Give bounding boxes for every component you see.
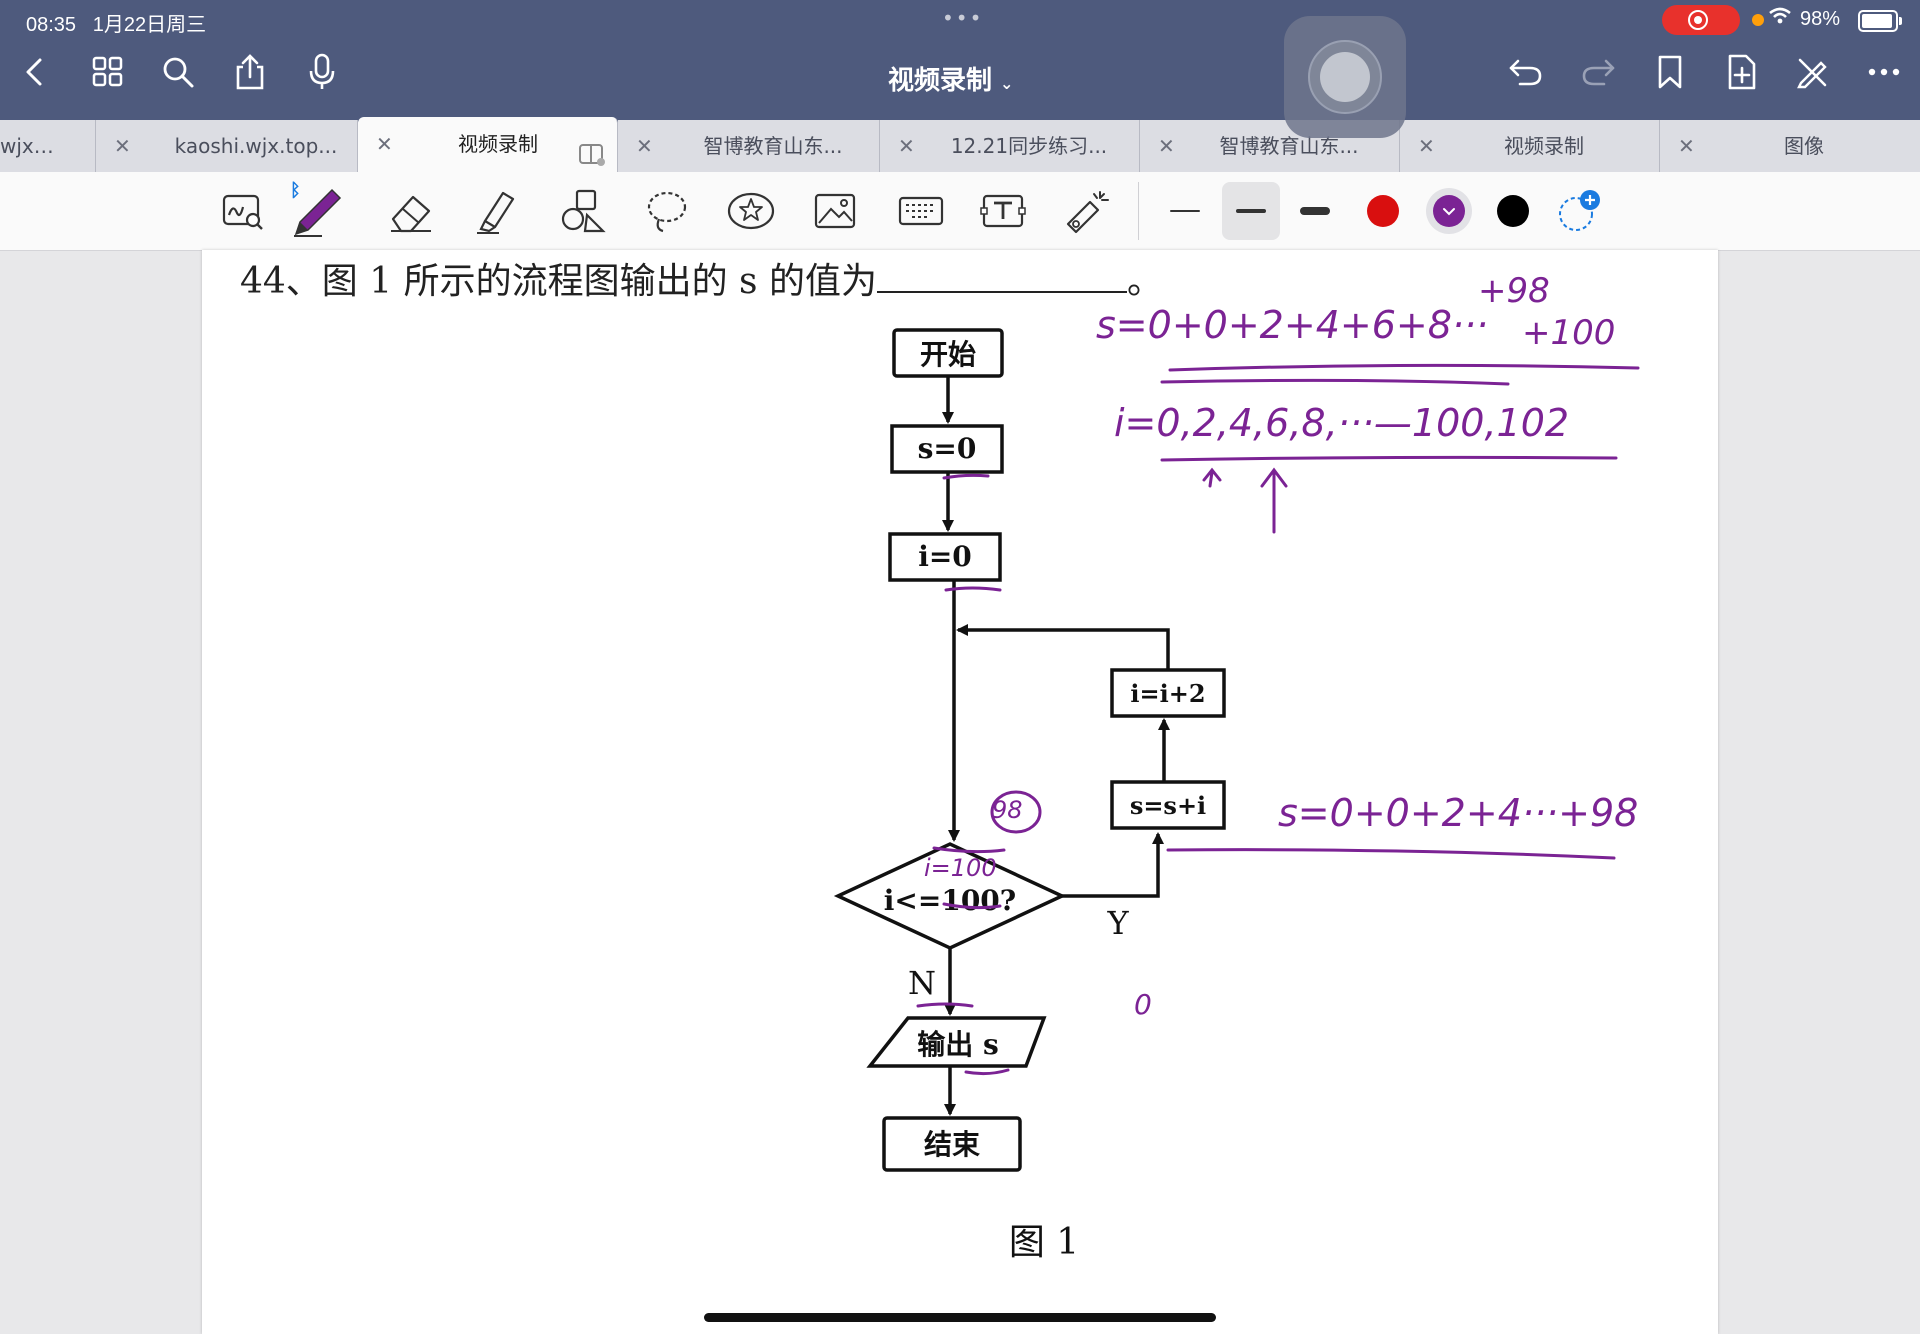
document-title-menu[interactable]: 视频录制 ⌄ [888, 60, 1013, 97]
tab-sync-practice[interactable]: ✕ 12.21同步练习... [880, 120, 1140, 172]
sticker-icon[interactable] [724, 184, 778, 238]
grid-view-icon[interactable] [88, 52, 128, 92]
more-icon[interactable] [1864, 52, 1904, 92]
tab-kaoshi[interactable]: ✕ kaoshi.wjx.top... [96, 120, 358, 172]
handwriting-plus-98: +98 [1478, 271, 1550, 311]
tab-wjx[interactable]: wjx.top [0, 120, 96, 172]
screen-recording-indicator[interactable] [1662, 5, 1740, 35]
init-i-label: i=0 [918, 540, 972, 573]
bookmark-icon[interactable] [1650, 52, 1690, 92]
search-icon[interactable] [158, 52, 198, 92]
multitask-dots[interactable]: ••• [942, 6, 983, 30]
close-icon[interactable]: ✕ [1158, 120, 1175, 172]
battery-percent: 98% [1800, 8, 1841, 30]
close-icon[interactable]: ✕ [1678, 120, 1695, 172]
keyboard-icon[interactable] [894, 184, 948, 238]
no-label: N [908, 964, 936, 1002]
handwriting-plus-100: +100 [1522, 313, 1615, 353]
text-box-icon[interactable] [976, 184, 1030, 238]
close-icon[interactable]: ✕ [114, 120, 131, 172]
step-s-label: s=s+i [1130, 791, 1206, 820]
document-page[interactable]: 44、图 1 所示的流程图输出的 s 的值为。 开始 s=0 i=0 i=i+2… [202, 250, 1718, 1334]
step-i-label: i=i+2 [1130, 679, 1205, 708]
tab-video-recording-active[interactable]: ✕ 视频录制 [358, 117, 618, 172]
handwriting-i-100: i=100 [924, 854, 997, 882]
home-indicator[interactable] [704, 1313, 1216, 1322]
color-black[interactable] [1486, 184, 1540, 238]
close-icon[interactable]: ✕ [376, 117, 393, 172]
start-label: 开始 [920, 338, 976, 371]
zoom-write-icon[interactable] [216, 184, 270, 238]
image-icon[interactable] [808, 184, 862, 238]
chevron-down-icon: ⌄ [1000, 74, 1014, 93]
annotation-toolbar: ᛒ [0, 172, 1920, 251]
close-icon[interactable]: ✕ [1418, 120, 1435, 172]
color-red[interactable] [1356, 184, 1410, 238]
tab-zhibo-1[interactable]: ✕ 智博教育山东... [618, 120, 880, 172]
toolbar-separator [1138, 182, 1139, 240]
lasso-icon[interactable] [640, 184, 694, 238]
handwriting-i-sequence: i=0,2,4,6,8,···—100,102 [1114, 401, 1569, 445]
handwriting-sum-line: s=0+0+2+4+6+8··· [1096, 303, 1488, 347]
share-icon[interactable] [230, 52, 270, 92]
redo-icon[interactable] [1578, 52, 1618, 92]
battery-icon [1858, 10, 1902, 32]
end-label: 结束 [924, 1128, 980, 1161]
laser-pointer-icon[interactable] [1060, 184, 1114, 238]
tab-bar: wjx.top ✕ kaoshi.wjx.top... ✕ 视频录制 ✕ 智博教… [0, 117, 1920, 172]
figure-caption: 图 1 [1009, 1222, 1079, 1263]
output-label: 输出 s [917, 1028, 999, 1061]
microphone-icon[interactable] [302, 52, 342, 92]
close-icon[interactable]: ✕ [898, 120, 915, 172]
add-color-icon[interactable] [1552, 184, 1606, 238]
wifi-icon [1768, 6, 1792, 31]
tab-image[interactable]: ✕ 图像 [1660, 120, 1920, 172]
back-icon[interactable] [14, 52, 54, 92]
undo-icon[interactable] [1506, 52, 1546, 92]
stroke-medium-selected[interactable] [1222, 182, 1280, 240]
eraser-icon[interactable] [384, 184, 438, 238]
condition-label: i<=100? [884, 884, 1016, 917]
status-clock: 08:35 1月22日周三 [26, 14, 207, 36]
assistive-touch-button[interactable] [1284, 16, 1406, 138]
mic-in-use-dot [1752, 14, 1764, 26]
highlighter-icon[interactable] [470, 184, 524, 238]
close-icon[interactable]: ✕ [636, 120, 653, 172]
top-bar: 08:35 1月22日周三 ••• 98% 视频录制 ⌄ [0, 0, 1920, 120]
stroke-thick[interactable] [1288, 184, 1342, 238]
bluetooth-icon: ᛒ [290, 180, 301, 201]
init-s-label: s=0 [918, 432, 977, 465]
flowchart-figure: 开始 s=0 i=0 i=i+2 s=s+i i<=100? 输出 s 结束 Y… [833, 271, 1640, 1263]
shapes-icon[interactable] [556, 184, 610, 238]
stroke-thin[interactable] [1158, 184, 1212, 238]
split-view-icon[interactable] [578, 133, 606, 172]
yes-label: Y [1106, 904, 1129, 942]
pen-off-icon[interactable] [1792, 52, 1832, 92]
handwriting-zero: 0 [1134, 988, 1152, 1021]
tab-video-recording[interactable]: ✕ 视频录制 [1400, 120, 1660, 172]
add-page-icon[interactable] [1722, 52, 1762, 92]
color-purple-selected[interactable] [1422, 184, 1476, 238]
handwriting-loop-sum: s=0+0+2+4···+98 [1278, 791, 1638, 835]
